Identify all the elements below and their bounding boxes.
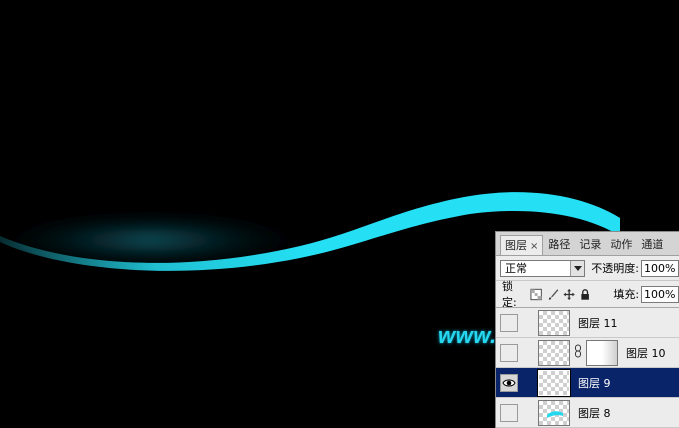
blend-mode-value: 正常 bbox=[505, 262, 527, 275]
layer-name: 图层 11 bbox=[578, 316, 618, 330]
layer-name: 图层 8 bbox=[578, 406, 611, 420]
tab-label: 图层 bbox=[505, 239, 527, 252]
layer-thumbnail bbox=[538, 309, 570, 336]
layers-panel: 图层 × 路径 记录 动作 通道 正常 不透明度: 100% 锁定: 填充: 1… bbox=[495, 231, 679, 428]
brush-icon[interactable] bbox=[547, 288, 559, 301]
layer-row-selected[interactable]: 图层 9 bbox=[496, 368, 679, 398]
tab-label: 记录 bbox=[579, 238, 602, 251]
layer-thumbnail bbox=[537, 368, 571, 397]
tab-paths[interactable]: 路径 bbox=[544, 235, 574, 255]
lock-icon[interactable] bbox=[579, 288, 591, 301]
visibility-toggle[interactable] bbox=[500, 373, 518, 392]
chevron-down-icon[interactable] bbox=[570, 260, 585, 276]
tab-actions[interactable]: 动作 bbox=[606, 235, 636, 255]
layer-thumbnail bbox=[538, 339, 570, 366]
chain-link-icon[interactable] bbox=[573, 344, 583, 361]
tab-label: 动作 bbox=[610, 238, 633, 251]
blend-mode-select[interactable]: 正常 bbox=[500, 259, 586, 277]
layer-row[interactable]: 图层 10 bbox=[496, 338, 679, 368]
layer-row[interactable]: 图层 8 bbox=[496, 398, 679, 428]
tab-history[interactable]: 记录 bbox=[575, 235, 605, 255]
lock-label: 锁定: bbox=[502, 280, 517, 309]
tab-label: 通道 bbox=[641, 238, 664, 251]
layer-name: 图层 9 bbox=[578, 376, 611, 390]
lock-fill-row: 锁定: 填充: 100% bbox=[496, 280, 679, 309]
eye-icon bbox=[502, 379, 516, 386]
layer-thumbnail bbox=[538, 399, 570, 426]
lock-transparent-pixels-icon[interactable] bbox=[530, 288, 543, 301]
opacity-input[interactable]: 100% bbox=[641, 259, 679, 277]
visibility-toggle[interactable] bbox=[500, 403, 518, 422]
layer-name: 图层 10 bbox=[626, 346, 666, 360]
fill-input[interactable]: 100% bbox=[641, 285, 679, 303]
panel-tabbar: 图层 × 路径 记录 动作 通道 bbox=[496, 232, 679, 256]
tab-layers[interactable]: 图层 × bbox=[500, 235, 544, 255]
visibility-toggle[interactable] bbox=[500, 343, 518, 362]
layers-list: 图层 11 图层 10 图层 9 图层 8 bbox=[496, 308, 679, 428]
move-icon[interactable] bbox=[563, 288, 575, 301]
fill-label: 填充: bbox=[613, 288, 640, 301]
close-icon[interactable]: × bbox=[530, 241, 538, 252]
tab-label: 路径 bbox=[548, 238, 571, 251]
layer-row[interactable]: 图层 11 bbox=[496, 308, 679, 338]
visibility-toggle[interactable] bbox=[500, 313, 518, 332]
opacity-label: 不透明度: bbox=[591, 262, 640, 275]
layer-mask-thumbnail[interactable] bbox=[586, 339, 618, 366]
tab-channels[interactable]: 通道 bbox=[637, 235, 667, 255]
